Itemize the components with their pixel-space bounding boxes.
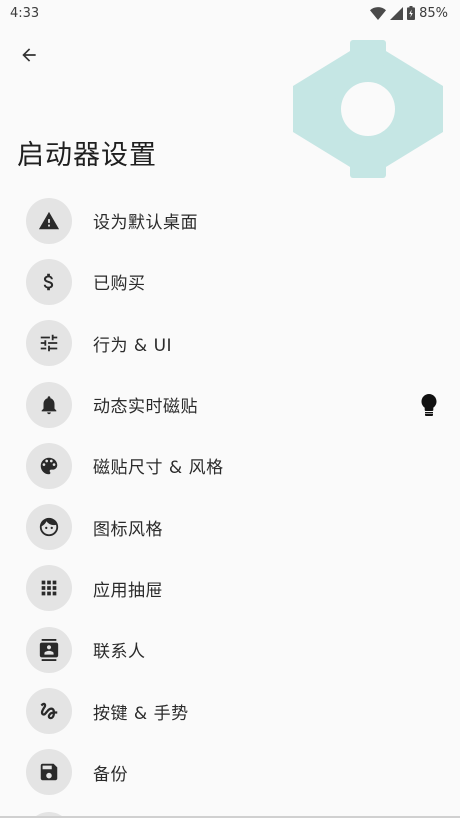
battery-icon <box>407 6 416 20</box>
menu-item-label: 已购买 <box>93 274 146 295</box>
status-time: 4:33 <box>10 5 40 21</box>
menu-item-keys-gestures[interactable]: 按键 & 手势 <box>0 680 460 741</box>
menu-item-tile-size-style[interactable]: 磁贴尺寸 & 风格 <box>0 435 460 496</box>
menu-item-label: 联系人 <box>93 642 146 663</box>
warning-icon <box>26 197 72 244</box>
tune-icon <box>26 320 72 367</box>
menu-item-label: 图标风格 <box>93 519 163 540</box>
face-icon <box>26 504 72 551</box>
settings-menu-list: 设为默认桌面 已购买 行为 & UI 动态实时磁贴 磁贴尺寸 & 风格 图标风格… <box>0 190 460 803</box>
dollar-icon <box>26 258 72 305</box>
status-icons: 85% <box>370 6 448 21</box>
gesture-icon <box>26 688 72 735</box>
menu-item-label: 设为默认桌面 <box>93 213 198 234</box>
launcher-settings-screen: 4:33 85% 启动器设置 设为默认桌面 已购买 行为 & UI 动态实时磁贴… <box>0 0 460 818</box>
menu-item-label: 应用抽屉 <box>93 580 163 601</box>
lightbulb-icon[interactable] <box>416 390 442 420</box>
menu-item-app-drawer[interactable]: 应用抽屉 <box>0 558 460 619</box>
battery-percentage: 85% <box>419 5 448 21</box>
settings-gear-icon <box>293 40 443 178</box>
signal-icon <box>390 6 404 20</box>
menu-item-backup[interactable]: 备份 <box>0 742 460 803</box>
menu-item-label: 按键 & 手势 <box>93 703 189 724</box>
save-icon <box>26 749 72 796</box>
wifi-icon <box>370 6 387 20</box>
menu-item-live-tiles[interactable]: 动态实时磁贴 <box>0 374 460 435</box>
menu-item-behavior-ui[interactable]: 行为 & UI <box>0 313 460 374</box>
grid-icon <box>26 565 72 612</box>
menu-item-label: 磁贴尺寸 & 风格 <box>93 458 224 479</box>
back-button[interactable] <box>12 42 46 72</box>
arrow-back-icon <box>19 45 39 69</box>
menu-item-set-default-launcher[interactable]: 设为默认桌面 <box>0 190 460 251</box>
menu-item-label: 备份 <box>93 764 128 785</box>
menu-item-purchased[interactable]: 已购买 <box>0 251 460 312</box>
bell-icon <box>26 381 72 428</box>
palette-icon <box>26 442 72 489</box>
menu-item-icon-style[interactable]: 图标风格 <box>0 496 460 557</box>
status-bar: 4:33 85% <box>0 0 460 26</box>
menu-item-contacts[interactable]: 联系人 <box>0 619 460 680</box>
contacts-icon <box>26 626 72 673</box>
page-title: 启动器设置 <box>17 140 157 171</box>
menu-item-label: 动态实时磁贴 <box>93 397 198 418</box>
menu-item-label: 行为 & UI <box>93 335 173 356</box>
